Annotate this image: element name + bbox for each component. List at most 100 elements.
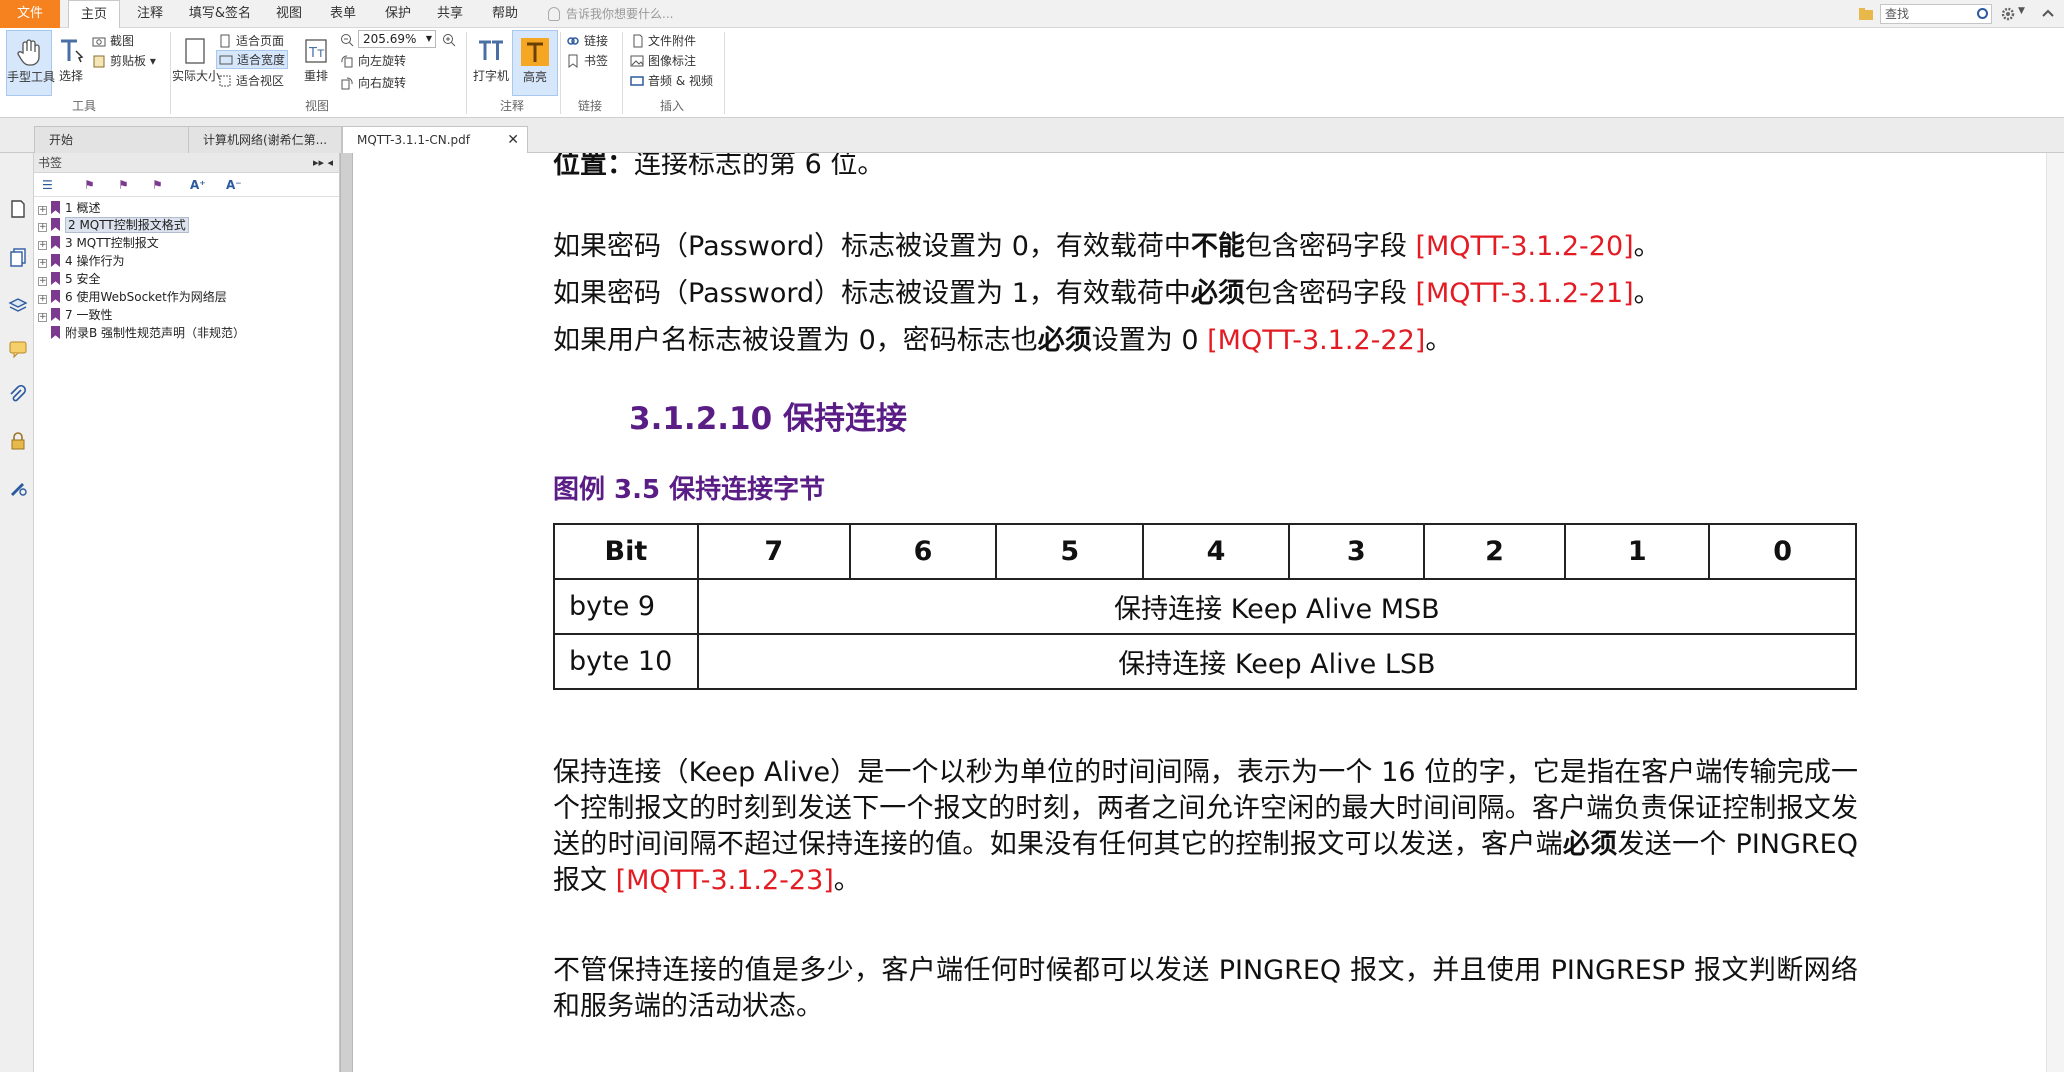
keep-alive-table: Bit 7 6 5 4 3 2 1 0 byte 9 保持连接 Keep Ali… [553, 523, 1858, 690]
menu-tab-protect[interactable]: 保护 [372, 0, 424, 28]
signature-icon[interactable] [8, 477, 28, 497]
increase-font-icon[interactable]: A⁺ [190, 177, 206, 193]
expand-icon[interactable]: + [38, 295, 47, 304]
bookmark-item[interactable]: +2 MQTT控制报文格式 [38, 216, 189, 234]
expand-icon[interactable]: + [38, 223, 47, 232]
expand-icon[interactable]: + [38, 313, 47, 322]
menu-tab-share[interactable]: 共享 [426, 0, 474, 28]
bookmark-item[interactable]: +6 使用WebSocket作为网络层 [38, 288, 227, 306]
text: 如果密码（Password）标志被设置为 1，有效载荷中 [553, 278, 1191, 309]
table-header-cell: 7 [696, 523, 851, 580]
zoom-out-icon[interactable] [340, 33, 354, 47]
lightbulb-icon [548, 7, 560, 21]
chevron-down-icon[interactable]: ▼ [2018, 6, 2025, 16]
menu-tab-form[interactable]: 表单 [318, 0, 368, 28]
audio-video-button[interactable]: 音频 & 视频 [630, 72, 713, 89]
expand-icon[interactable]: + [38, 277, 47, 286]
lock-icon[interactable] [8, 431, 28, 451]
chevron-down-icon: ▼ [425, 34, 432, 43]
text: 如果密码（Password）标志被设置为 0，有效载荷中 [553, 231, 1191, 262]
tell-me-placeholder: 告诉我你想要什么... [566, 7, 674, 21]
highlight-icon [521, 38, 549, 66]
bookmark-item[interactable]: +7 一致性 [38, 306, 112, 324]
file-attachment-button[interactable]: 文件附件 [630, 32, 696, 49]
new-bookmark-icon[interactable]: ⚑ [84, 177, 100, 193]
doc-line-position: 位置：连接标志的第 6 位。 [553, 153, 884, 183]
bookmark-item[interactable]: +1 概述 [38, 199, 100, 217]
comments-icon[interactable] [8, 339, 28, 359]
rotate-left-button[interactable]: 向左旋转 [340, 52, 406, 69]
rotate-left-icon [341, 55, 353, 68]
tab-computer-network[interactable]: 计算机网络(谢希仁第... [188, 126, 342, 153]
decrease-font-icon[interactable]: A⁻ [226, 177, 242, 193]
bookmark-toolbar: ☰ ⚑ ⚑ ⚑ A⁺ A⁻ [34, 173, 339, 197]
layers-icon[interactable] [8, 293, 28, 313]
bookmark-flag-icon [51, 290, 60, 303]
search-input[interactable]: 查找 [1880, 4, 1992, 24]
fit-width-button[interactable]: 适合宽度 [216, 50, 289, 69]
menu-tab-fill-sign[interactable]: 填写&签名 [184, 0, 256, 28]
menu-tab-comment[interactable]: 注释 [124, 0, 176, 28]
menu-tab-help[interactable]: 帮助 [480, 0, 530, 28]
reference-link[interactable]: [MQTT-3.1.2-21] [1415, 278, 1633, 309]
screenshot-button[interactable]: 截图 [92, 32, 134, 49]
bold-text: 必须 [1562, 829, 1618, 860]
tab-mqtt-pdf-label: MQTT-3.1.1-CN.pdf [357, 133, 470, 147]
bookmark-button[interactable]: 书签 [566, 52, 608, 69]
fit-page-button[interactable]: 适合页面 [218, 32, 284, 49]
expand-icon[interactable]: + [38, 206, 47, 215]
bookmark-item-label: 1 概述 [65, 201, 101, 215]
folder-search-icon[interactable] [1858, 6, 1874, 22]
tab-start[interactable]: 开始 [34, 126, 196, 153]
actual-size-button[interactable]: 实际大小 [172, 30, 220, 96]
bookmark-item[interactable]: 附录B 强制性规范声明（非规范） [51, 324, 245, 342]
panel-controls[interactable]: ▸▸ ◂ [313, 153, 333, 173]
hand-tool-button[interactable]: 手型工具 [6, 30, 55, 96]
table-row: byte 10 保持连接 Keep Alive LSB [553, 633, 1858, 690]
menu-tab-file[interactable]: 文件 [0, 0, 60, 28]
select-tool-button[interactable]: 选择 [48, 30, 94, 96]
typewriter-button[interactable]: 打字机 [468, 30, 514, 96]
menu-tab-view[interactable]: 视图 [264, 0, 314, 28]
clipboard-icon [93, 55, 105, 68]
link-icon [567, 37, 579, 45]
search-icon[interactable] [1977, 8, 1988, 19]
page-thumbnail-icon[interactable] [8, 199, 28, 219]
expand-icon[interactable]: + [38, 241, 47, 250]
bookmark-item[interactable]: +4 操作行为 [38, 252, 124, 270]
close-icon[interactable]: ✕ [507, 127, 519, 153]
fit-visible-button[interactable]: 适合视区 [218, 72, 284, 89]
link-button[interactable]: 链接 [566, 32, 608, 49]
vertical-scrollbar[interactable] [2046, 153, 2064, 1072]
zoom-level-select[interactable]: 205.69% ▼ [358, 30, 436, 48]
rotate-right-button[interactable]: 向右旋转 [340, 74, 406, 91]
tell-me-box[interactable]: 告诉我你想要什么... [548, 0, 673, 28]
image-annotation-button[interactable]: 图像标注 [630, 52, 696, 69]
text: 如果用户名标志被设置为 0，密码标志也 [553, 325, 1038, 356]
zoom-in-icon[interactable] [442, 33, 456, 47]
bookmark-item[interactable]: +3 MQTT控制报文 [38, 234, 159, 252]
bookmark-item-label: 3 MQTT控制报文 [65, 236, 159, 250]
menu-tab-home[interactable]: 主页 [68, 0, 120, 29]
expand-bookmark-icon[interactable]: ⚑ [152, 177, 168, 193]
paperclip-icon[interactable] [8, 385, 28, 405]
bookmark-item[interactable]: +5 安全 [38, 270, 100, 288]
reference-link[interactable]: [MQTT-3.1.2-23] [616, 865, 834, 896]
clipboard-label: 剪贴板 [110, 54, 147, 68]
table-header-cell: 1 [1564, 523, 1711, 580]
expand-icon[interactable]: + [38, 259, 47, 268]
panel-splitter[interactable] [340, 153, 353, 1072]
reference-link[interactable]: [MQTT-3.1.2-22] [1207, 325, 1425, 356]
tab-mqtt-pdf[interactable]: MQTT-3.1.1-CN.pdf ✕ [342, 126, 528, 154]
gear-icon[interactable] [2000, 6, 2016, 22]
bookmark-options-icon[interactable]: ☰ [42, 177, 58, 193]
reflow-button[interactable]: Tт 重排 [293, 30, 339, 96]
group-label-view: 视图 [304, 99, 329, 113]
highlight-button[interactable]: 高亮 [512, 30, 558, 96]
collapse-ribbon-icon[interactable] [2040, 6, 2056, 22]
clipboard-button[interactable]: 剪贴板 ▾ [92, 52, 156, 69]
bookmark-flag-icon [51, 254, 60, 267]
pages-icon[interactable] [8, 247, 28, 267]
reference-link[interactable]: [MQTT-3.1.2-20] [1415, 231, 1633, 262]
delete-bookmark-icon[interactable]: ⚑ [118, 177, 134, 193]
